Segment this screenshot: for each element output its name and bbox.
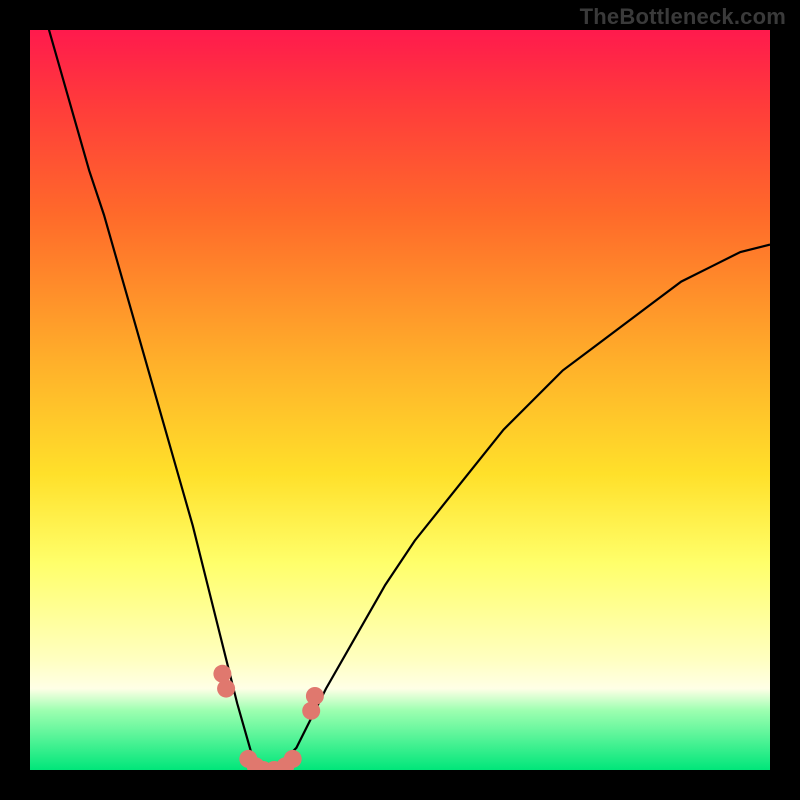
bottleneck-curve xyxy=(30,30,770,770)
plot-area xyxy=(30,30,770,770)
watermark-text: TheBottleneck.com xyxy=(580,4,786,30)
curve-marker xyxy=(284,750,302,768)
curve-marker xyxy=(217,680,235,698)
curve-markers xyxy=(213,665,324,770)
chart-frame: TheBottleneck.com xyxy=(0,0,800,800)
curve-marker xyxy=(306,687,324,705)
curve-layer xyxy=(30,30,770,770)
